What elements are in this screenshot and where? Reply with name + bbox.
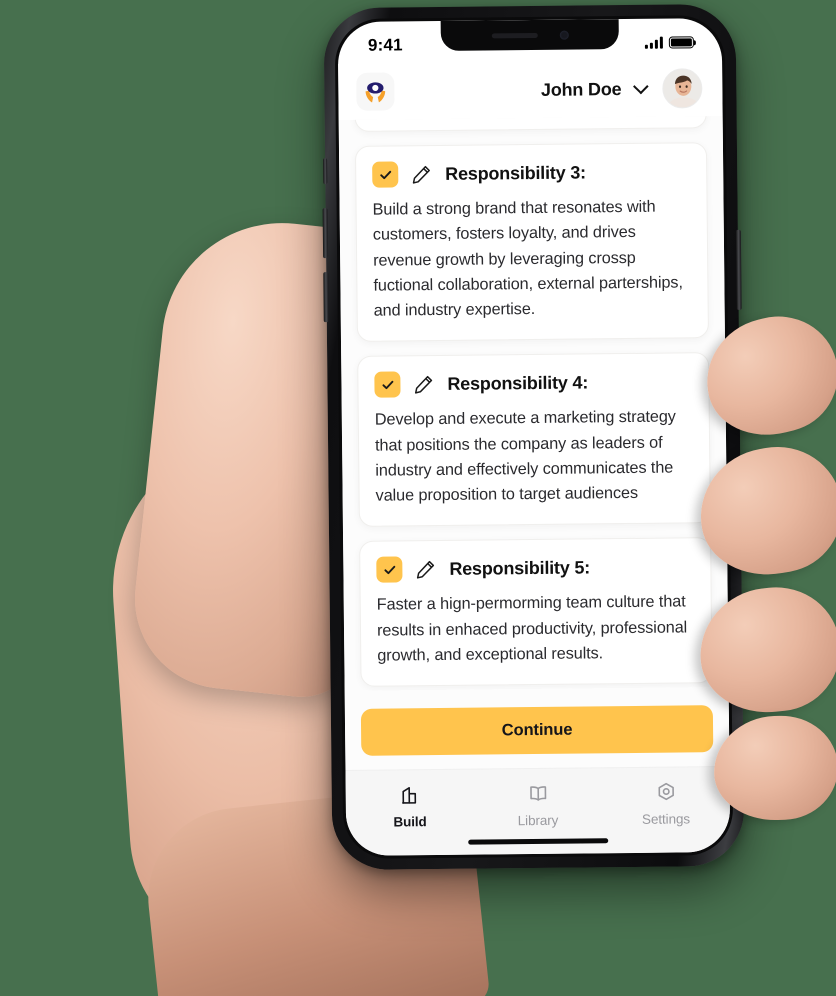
power-button[interactable]: [735, 229, 742, 310]
battery-full-icon: [668, 36, 694, 49]
card-title: Responsibility 3:: [445, 161, 586, 184]
responsibility-card[interactable]: Responsibility 4: Develop and execute a …: [357, 352, 711, 528]
check-icon[interactable]: [376, 556, 403, 583]
phone-bezel: 9:41 John Doe Responsibility 3: Build a …: [334, 14, 734, 860]
card-header: Responsibility 5:: [376, 554, 694, 583]
mute-switch[interactable]: [323, 158, 328, 185]
status-indicators: [644, 36, 694, 49]
responsibilities-list[interactable]: responsibility 2 text: [338, 116, 729, 691]
notch: [440, 19, 619, 51]
card-body: Faster a hign-permorming team culture th…: [376, 592, 688, 665]
check-icon[interactable]: [374, 371, 401, 398]
gear-hex-icon: [657, 782, 674, 801]
card-title: Responsibility 5:: [449, 557, 591, 579]
pencil-icon[interactable]: [415, 559, 436, 580]
app-logo-icon[interactable]: [356, 72, 395, 111]
card-header: Responsibility 3:: [372, 158, 690, 188]
cta-container: Continue: [344, 686, 730, 770]
pencil-icon[interactable]: [411, 164, 432, 185]
chevron-down-icon[interactable]: [633, 78, 649, 94]
continue-button[interactable]: Continue: [360, 705, 714, 756]
card-body: Develop and execute a marketing strategy…: [374, 407, 676, 505]
responsibility-card[interactable]: Responsibility 3: Build a strong brand t…: [354, 142, 709, 343]
header-spacer: [404, 90, 531, 91]
tab-settings[interactable]: Settings: [602, 780, 730, 827]
scene: 9:41 John Doe Responsibility 3: Build a …: [0, 0, 836, 996]
signal-bars-icon: [644, 36, 663, 49]
card-clipped-previous[interactable]: responsibility 2 text: [354, 116, 707, 132]
tab-settings-label: Settings: [641, 811, 691, 827]
tab-library-label: Library: [517, 812, 559, 829]
responsibility-card[interactable]: Responsibility 5: Faster a hign-permormi…: [359, 537, 713, 687]
card-title: Responsibility 4:: [447, 372, 589, 394]
tab-build-label: Build: [393, 814, 427, 830]
phone-device: 9:41 John Doe Responsibility 3: Build a …: [322, 3, 745, 871]
pencil-icon[interactable]: [413, 374, 434, 395]
card-header: Responsibility 4:: [374, 369, 692, 398]
book-open-icon: [529, 786, 546, 801]
check-icon[interactable]: [372, 161, 399, 188]
status-clock: 9:41: [367, 35, 403, 55]
front-camera-icon: [559, 30, 569, 40]
phone-screen: 9:41 John Doe Responsibility 3: Build a …: [337, 18, 731, 856]
volume-up-button[interactable]: [322, 208, 329, 259]
app-header: John Doe: [338, 60, 723, 121]
avatar[interactable]: [662, 68, 703, 109]
user-name[interactable]: John Doe: [541, 79, 622, 101]
building-icon: [401, 787, 416, 804]
volume-down-button[interactable]: [323, 272, 329, 323]
tab-library[interactable]: Library: [474, 781, 602, 828]
earpiece-speaker: [491, 32, 538, 38]
tab-build[interactable]: Build: [346, 783, 474, 830]
card-body: Build a strong brand that resonates with…: [372, 197, 683, 320]
